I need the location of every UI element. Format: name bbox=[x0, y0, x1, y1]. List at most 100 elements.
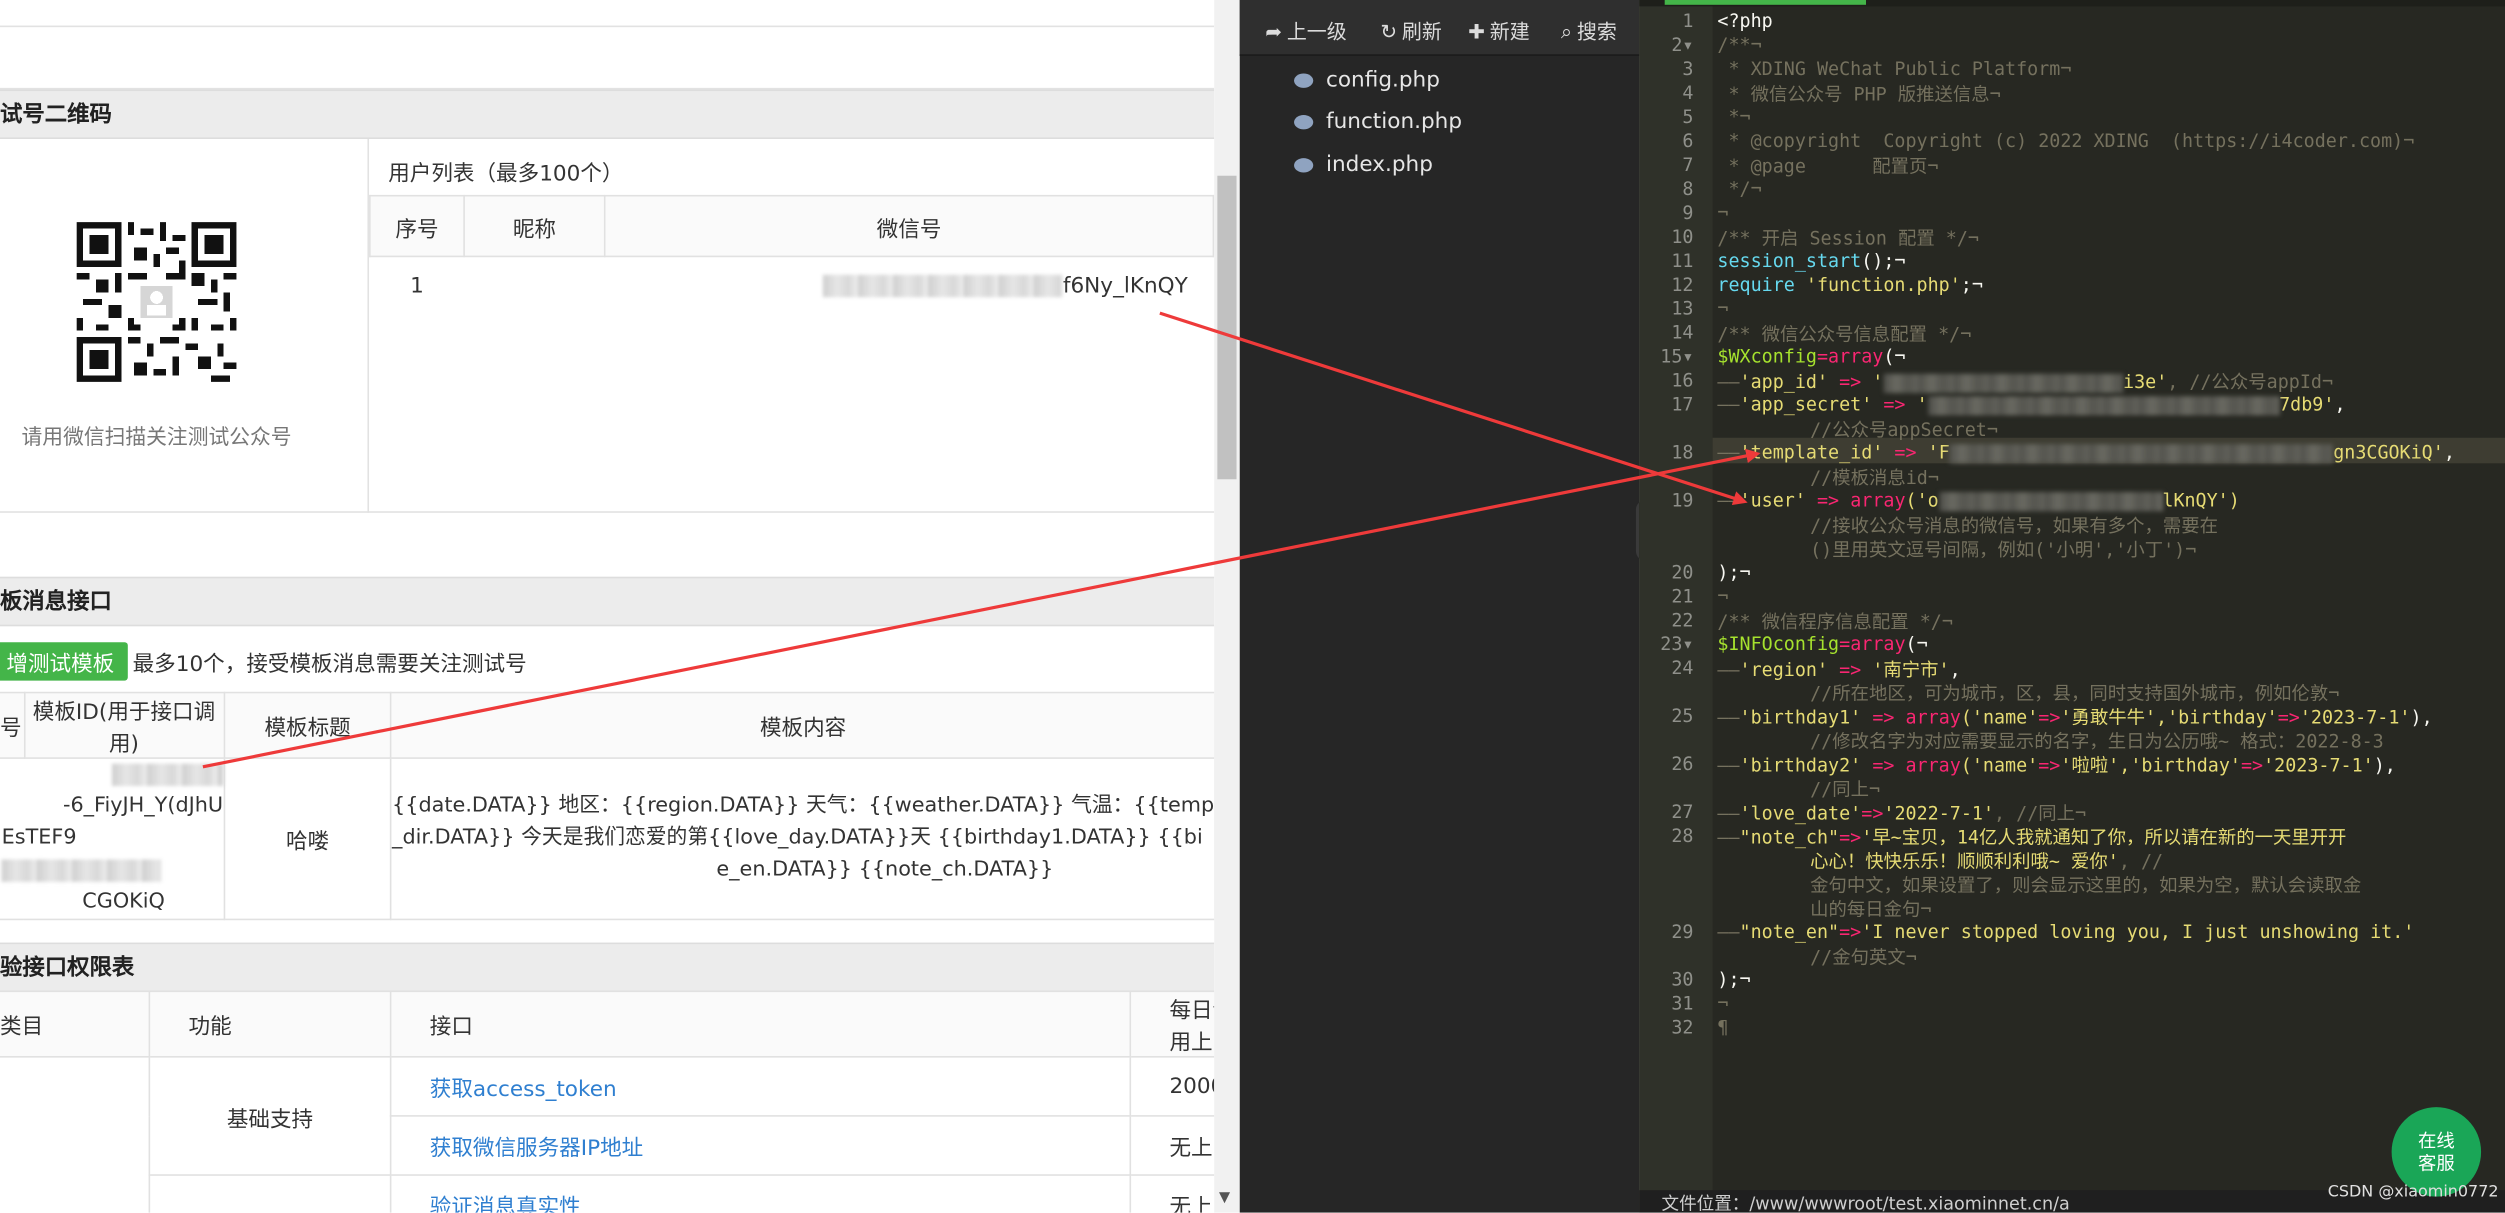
template-content-cell: {{date.DATA}} 地区：{{region.DATA}} 天气：{{we… bbox=[390, 757, 1215, 921]
php-file-icon bbox=[1294, 114, 1314, 129]
qr-section-title: 试号二维码 bbox=[0, 102, 112, 128]
code-line: //金句英文¬ bbox=[1810, 945, 1917, 969]
file-toolbar: ➦ 上一级 ↻ 刷新 ✚ 新建 ⌕ 搜索 bbox=[1239, 0, 1640, 56]
code-line: /** 开启 Session 配置 */¬ bbox=[1717, 226, 1979, 250]
editor-tab-strip bbox=[1639, 0, 2505, 7]
qr-block: 请用微信扫描关注测试公众号 用户列表（最多100个） 序号 昵称 微信号 1 f… bbox=[0, 138, 1215, 513]
content-line1: {{date.DATA}} 地区：{{region.DATA}} 天气：{{we… bbox=[392, 794, 1215, 818]
user-list-panel: 用户列表（最多100个） 序号 昵称 微信号 1 f6Ny_lKnQY bbox=[369, 139, 1215, 513]
col-number: 号 bbox=[0, 691, 25, 759]
col-category: 类目 bbox=[0, 990, 151, 1058]
code-line: 山的每日金句¬ bbox=[1810, 897, 1932, 921]
code-line: ¬ bbox=[1717, 992, 1729, 1015]
screen-root: 试号二维码 请用微信扫描关注测试公众号 用户列表（最多100个） 序号 昵称 微… bbox=[0, 0, 2505, 1213]
php-file-icon bbox=[1294, 157, 1314, 172]
template-table: 号 模板ID(用于接口调用) 模板标题 模板内容 -6_FiyJH_Y(dJhU… bbox=[0, 691, 1215, 921]
template-section-title: 板消息接口 bbox=[0, 589, 112, 616]
code-line: *¬ bbox=[1717, 105, 1751, 128]
table-row: 基础支持 获取access_token 2000 bbox=[0, 1056, 1215, 1213]
template-id-line3: CGOKiQ bbox=[82, 889, 165, 914]
template-id-line2: EsTEF9 bbox=[1, 825, 77, 850]
col-function: 功能 bbox=[148, 990, 392, 1058]
code-line: 金句中文，如果设置了，则会显示这里的，如果为空，默认会读取金 bbox=[1810, 873, 2362, 897]
row-index: 1 bbox=[410, 272, 424, 299]
code-line: );¬ bbox=[1717, 560, 1751, 584]
code-line: //接收公众号消息的微信号，如果有多个，需要在 bbox=[1810, 514, 2219, 537]
csdn-watermark: CSDN @xiaomin0772 bbox=[2327, 1183, 2499, 1202]
scrollbar-thumb[interactable] bbox=[1217, 175, 1237, 480]
top-strip bbox=[0, 0, 1215, 28]
qr-caption: 请用微信扫描关注测试公众号 bbox=[21, 426, 292, 451]
api-link-verify-message[interactable]: 验证消息真实性 bbox=[430, 1195, 581, 1213]
code-line: ——'love_date'=>'2022-7-1', //同上¬ bbox=[1717, 801, 2087, 825]
limit-value: 无上限 bbox=[1129, 1115, 1215, 1176]
template-title-cell: 哈喽 bbox=[223, 757, 393, 921]
code-line: * @copyright Copyright (c) 2022 XDING (h… bbox=[1717, 129, 2415, 152]
code-line: ——'app_secret' => ' 7db9', bbox=[1717, 393, 2346, 416]
code-line: ——"note_en"=>'I never stopped loving you… bbox=[1717, 920, 2415, 943]
code-line: session_start();¬ bbox=[1717, 249, 1906, 272]
code-line: //模板消息id¬ bbox=[1810, 466, 1939, 489]
empty-row bbox=[0, 27, 1215, 90]
code-line: ¬ bbox=[1717, 201, 1729, 224]
left-scrollbar[interactable]: ▼ bbox=[1214, 0, 1240, 1213]
new-button[interactable]: ✚ 新建 bbox=[1468, 14, 1530, 44]
redacted-blur bbox=[823, 274, 1063, 297]
perm-group: 基础支持 bbox=[148, 1056, 392, 1176]
template-note: 最多10个，接受模板消息需要关注测试号 bbox=[132, 651, 527, 678]
table-row: -6_FiyJH_Y(dJhU EsTEF9 CGOKiQ 哈喽 {{date.… bbox=[0, 757, 1215, 921]
col-daily-limit: 每日调用上限 bbox=[1129, 990, 1215, 1058]
up-level-button[interactable]: ➦ 上一级 bbox=[1265, 14, 1346, 44]
col-template-title: 模板标题 bbox=[223, 691, 393, 759]
scroll-down-arrow-icon[interactable]: ▼ bbox=[1219, 1190, 1230, 1206]
active-tab-indicator bbox=[1664, 0, 1866, 5]
refresh-icon: ↻ bbox=[1380, 19, 1398, 44]
code-line: ¬ bbox=[1717, 584, 1729, 608]
code-line: //同上¬ bbox=[1810, 778, 1881, 801]
user-list-title: 用户列表（最多100个） bbox=[388, 161, 624, 187]
api-link-server-ip[interactable]: 获取微信服务器IP地址 bbox=[430, 1136, 643, 1162]
code-line: //所在地区，可为城市，区，县，同时支持国外城市，例如伦敦¬ bbox=[1810, 682, 2340, 705]
file-item-config[interactable]: config.php bbox=[1294, 67, 1440, 93]
content-line3: e_en.DATA}} {{note_ch.DATA}} bbox=[716, 857, 1054, 882]
code-line: ——'app_id' => ' i3e', //公众号appId¬ bbox=[1717, 370, 2334, 394]
template-section-header: 板消息接口 bbox=[0, 576, 1215, 627]
template-id-line1: -6_FiyJH_Y(dJhU bbox=[62, 794, 224, 818]
table-row: 1 f6Ny_lKnQY bbox=[370, 256, 1214, 314]
code-line: ()里用英文逗号间隔，例如('小明','小丁')¬ bbox=[1810, 538, 2197, 561]
code-line: ——'template_id' => 'F gn3CGOKiQ', bbox=[1717, 440, 2455, 464]
code-line: $WXconfig=array(¬ bbox=[1717, 345, 1906, 368]
code-line: );¬ bbox=[1717, 968, 1751, 991]
search-button[interactable]: ⌕ 搜索 bbox=[1561, 14, 1617, 44]
code-line: /** 微信公众号信息配置 */¬ bbox=[1717, 322, 1972, 346]
limit-value: 无上限 bbox=[1129, 1174, 1215, 1213]
code-line: */¬ bbox=[1717, 177, 1762, 200]
code-line: * @page 配置页¬ bbox=[1717, 154, 1939, 178]
file-item-function[interactable]: function.php bbox=[1294, 109, 1462, 134]
refresh-button[interactable]: ↻ 刷新 bbox=[1380, 14, 1442, 44]
plus-icon: ✚ bbox=[1468, 19, 1485, 44]
code-line: * XDING WeChat Public Platform¬ bbox=[1717, 57, 2072, 80]
table-row: 验证消息真实性 无上限 bbox=[0, 1174, 1215, 1213]
col-template-content: 模板内容 bbox=[390, 691, 1215, 759]
add-test-template-button[interactable]: 增测试模板 bbox=[0, 642, 128, 681]
col-template-id: 模板ID(用于接口调用) bbox=[23, 691, 225, 759]
file-item-index[interactable]: index.php bbox=[1294, 152, 1433, 177]
redacted-blur bbox=[1949, 443, 2334, 463]
api-link-access-token[interactable]: 获取access_token bbox=[430, 1077, 617, 1103]
template-toolbar: 增测试模板 最多10个，接受模板消息需要关注测试号 bbox=[0, 626, 1214, 690]
wechat-test-account-page: 试号二维码 请用微信扫描关注测试公众号 用户列表（最多100个） 序号 昵称 微… bbox=[0, 0, 1215, 1213]
permission-table: 类目 功能 接口 每日调用上限 基础支持 获取access_token 2000… bbox=[0, 990, 1215, 1213]
col-wechat-id: 微信号 bbox=[603, 194, 1215, 258]
redacted-blur bbox=[1883, 373, 2124, 393]
code-editor[interactable]: 1 2▾ 3 4 5 6 7 8 9 10 11 12 13 14 15▾ 16… bbox=[1639, 0, 2505, 1213]
code-line: ——'birthday1' => array('name'=>'勇敢牛牛','b… bbox=[1717, 706, 2433, 729]
code-line: /** 微信程序信息配置 */¬ bbox=[1717, 610, 1953, 633]
limit-value: 2000 bbox=[1129, 1056, 1215, 1117]
redacted-blur bbox=[1938, 491, 2163, 511]
code-line: ¶ bbox=[1717, 1016, 1729, 1039]
col-nickname: 昵称 bbox=[463, 194, 606, 258]
content-line2: _dir.DATA}} 今天是我们恋爱的第{{love_day.DATA}}天 … bbox=[392, 825, 1203, 850]
php-file-icon bbox=[1294, 72, 1314, 88]
code-line: $INFOconfig=array(¬ bbox=[1717, 632, 1928, 656]
